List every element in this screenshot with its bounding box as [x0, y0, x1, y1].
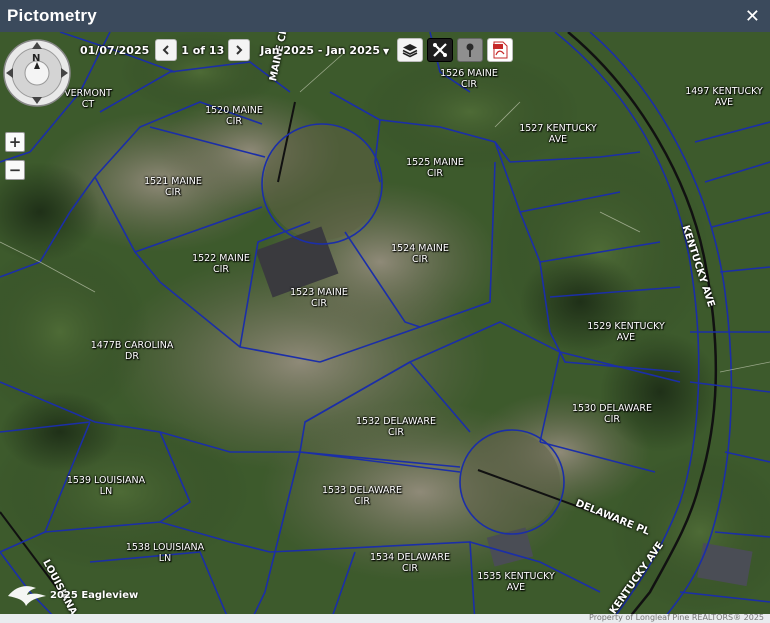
parcel-label: 1538 LOUISIANA LN	[125, 542, 205, 564]
parcel-label: 1520 MAINE CIR	[205, 105, 263, 127]
navigation-compass[interactable]: N	[2, 38, 72, 108]
parcel-label: 1522 MAINE CIR	[192, 253, 250, 275]
layers-button[interactable]	[397, 38, 424, 62]
close-icon[interactable]: ✕	[745, 6, 760, 27]
map-pin-icon	[466, 43, 474, 57]
footer-bar: Property of Longleaf Pine REALTORS® 2025	[0, 613, 770, 623]
pdf-icon	[493, 41, 508, 59]
aerial-map[interactable]: VERMONT CT 1520 MAINE CIR 1526 MAINE CIR 14…	[0, 32, 770, 623]
parcel-label: 1533 DELAWARE CIR	[322, 485, 402, 507]
zoom-out-button[interactable]: −	[5, 160, 25, 180]
north-label: N	[32, 53, 41, 64]
parcel-label: 1497 KENTUCKY AVE	[685, 86, 763, 108]
zoom-in-button[interactable]: +	[5, 132, 25, 152]
chevron-left-icon	[162, 45, 169, 55]
parcel-label: 1525 MAINE CIR	[406, 157, 464, 179]
export-pdf-button[interactable]	[487, 38, 514, 62]
parcel-label: 1535 KENTUCKY AVE	[477, 571, 555, 593]
capture-date[interactable]: 01/07/2025	[80, 44, 149, 57]
location-pin-button[interactable]	[457, 38, 484, 62]
imagery-toolbar: 01/07/2025 1 of 13 Jan 2025 - Jan 2025 ▼	[80, 38, 514, 62]
title-bar: Pictometry ✕	[0, 0, 770, 32]
eagleview-logo-icon	[8, 586, 46, 606]
window-title: Pictometry	[7, 6, 97, 25]
footer-copyright: Property of Longleaf Pine REALTORS® 2025	[589, 613, 764, 622]
imagery-credit: 2025 Eagleview	[6, 582, 138, 608]
parcel-label: 1526 MAINE CIR	[440, 68, 498, 90]
parcel-label: 1539 LOUISIANA LN	[66, 475, 146, 497]
caret-down-icon: ▼	[383, 46, 390, 56]
image-counter: 1 of 13	[181, 43, 225, 57]
parcel-label: 1477B CAROLINA DR	[90, 340, 174, 362]
parcel-label: 1529 KENTUCKY AVE	[587, 321, 665, 343]
parcel-label: 1521 MAINE CIR	[144, 176, 202, 198]
credit-text: 2025 Eagleview	[50, 589, 139, 601]
next-image-button[interactable]	[228, 39, 251, 61]
parcel-label: 1523 MAINE CIR	[290, 287, 348, 309]
layers-icon	[402, 44, 418, 58]
compass-icon	[3, 39, 71, 107]
previous-image-button[interactable]	[155, 39, 178, 61]
tools-icon	[433, 43, 448, 57]
chevron-right-icon	[236, 45, 243, 55]
date-range-dropdown[interactable]: Jan 2025 - Jan 2025 ▼	[260, 44, 389, 57]
parcel-label: 1527 KENTUCKY AVE	[519, 123, 597, 145]
parcel-label: 1534 DELAWARE CIR	[370, 552, 450, 574]
parcel-label: 1530 DELAWARE CIR	[572, 403, 652, 425]
parcel-label: 1532 DELAWARE CIR	[356, 416, 436, 438]
parcel-label: 1524 MAINE CIR	[391, 243, 449, 265]
measure-tools-button[interactable]	[427, 38, 454, 62]
date-range-label: Jan 2025 - Jan 2025	[260, 43, 381, 57]
pictometry-window: Pictometry ✕ VERMONT CT 1520 MAINE CIR 1…	[0, 0, 770, 623]
